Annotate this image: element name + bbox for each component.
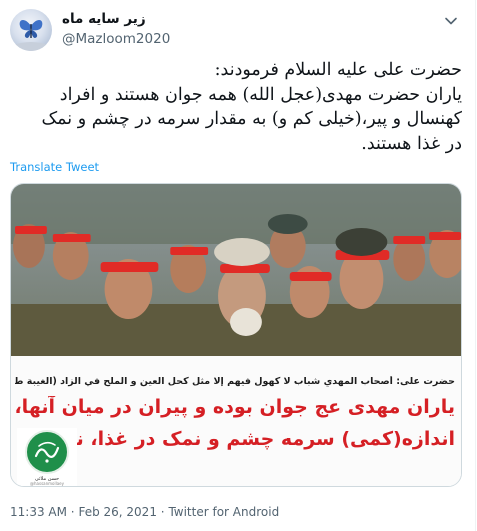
tweet-time[interactable]: 11:33 AM <box>10 505 67 519</box>
tweet-source[interactable]: Twitter for Android <box>168 505 279 519</box>
tweet-date[interactable]: Feb 26, 2021 <box>78 505 157 519</box>
author-name-row[interactable]: زیر سایه ماه <box>62 11 146 27</box>
banner-line-2: اندازه(کمی) سرمه چشم و نمک در غذا، نیستن… <box>15 428 455 450</box>
calligraphy-logo: حسن ملائی @hassanmollaey <box>17 428 77 486</box>
banner-heading: حضرت علی: أصحاب المهدي شباب لا كهول فيهم… <box>15 376 455 387</box>
meta-separator-2: · <box>160 505 165 519</box>
logo-seal-icon <box>25 430 69 474</box>
meta-separator-1: · <box>70 505 75 519</box>
translate-tweet-link[interactable]: Translate Tweet <box>10 160 99 174</box>
quote-banner: حضرت علی: أصحاب المهدي شباب لا كهول فيهم… <box>11 356 461 486</box>
avatar[interactable] <box>10 9 52 51</box>
display-name[interactable]: زیر سایه ماه <box>62 11 146 27</box>
banner-line-1: یاران مهدی عج جوان بوده و پیران در میان … <box>15 396 455 418</box>
tweet-text: حضرت علی علیه السلام فرمودند: یاران حضرت… <box>41 60 462 154</box>
tweet-card: زیر سایه ماه @Mazloom2020 حضرت علی علیه … <box>0 0 476 531</box>
tweet-media-image[interactable]: حضرت علی: أصحاب المهدي شباب لا كهول فيهم… <box>10 183 462 487</box>
tweet-meta: 11:33 AM · Feb 26, 2021 · Twitter for An… <box>10 505 279 519</box>
logo-handle: @hassanmollaey <box>30 481 64 486</box>
soldiers-photo <box>11 184 461 372</box>
user-handle[interactable]: @Mazloom2020 <box>62 31 170 47</box>
avatar-butterfly-icon <box>13 19 49 51</box>
chevron-down-icon[interactable] <box>443 13 459 29</box>
